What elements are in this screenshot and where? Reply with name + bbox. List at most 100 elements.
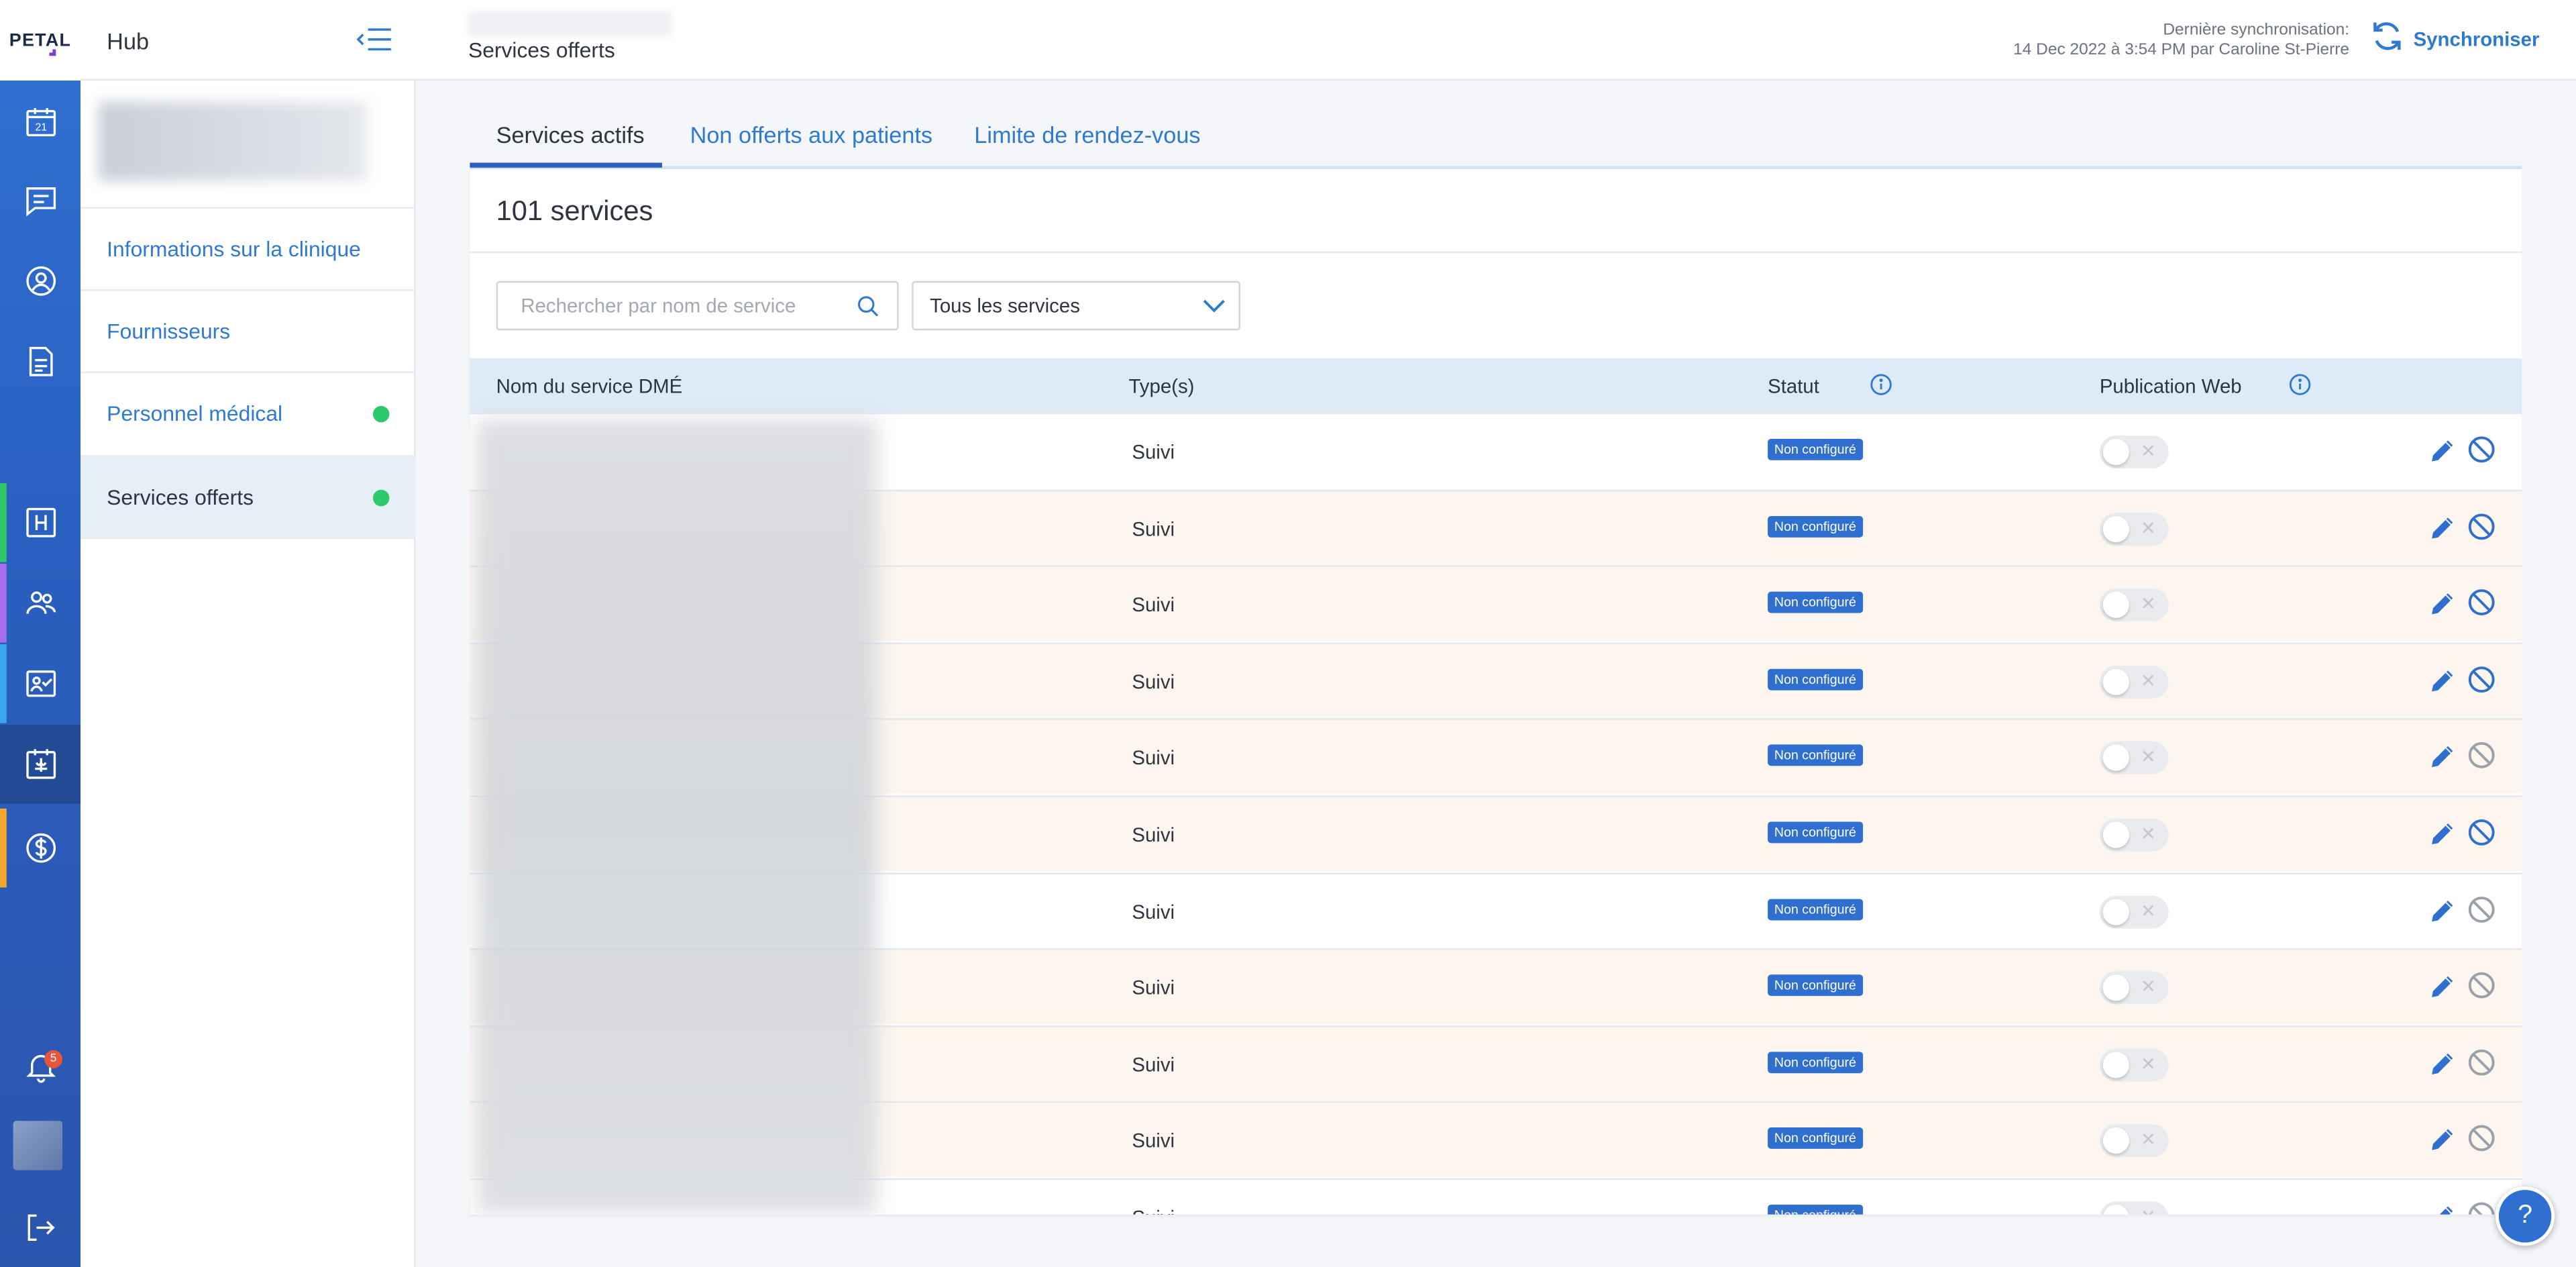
subnav-medical-staff[interactable]: Personnel médical: [80, 371, 416, 453]
rail-billing[interactable]: [0, 809, 80, 888]
checklist-icon: [25, 670, 55, 697]
disable-icon[interactable]: [2466, 893, 2498, 925]
disable-icon[interactable]: [2466, 817, 2498, 848]
petal-logo[interactable]: PETAL: [0, 0, 81, 81]
logo-mark: [49, 49, 56, 56]
disable-icon[interactable]: [2466, 587, 2498, 619]
tab-active-services[interactable]: Services actifs: [496, 121, 645, 148]
status-dot: [372, 489, 390, 507]
subnav-suppliers[interactable]: Fournisseurs: [80, 289, 416, 371]
services-card: 101 services Tous les services Nom du se…: [470, 169, 2522, 1215]
web-publication-toggle[interactable]: ✕: [2099, 895, 2169, 928]
rail-documents[interactable]: [0, 322, 80, 401]
edit-icon[interactable]: [2428, 1048, 2458, 1078]
edit-icon[interactable]: [2428, 589, 2458, 618]
service-tabs: Services actifs Non offerts aux patients…: [470, 102, 2522, 170]
web-publication-toggle[interactable]: ✕: [2099, 1201, 2169, 1215]
service-type: Suivi: [1132, 1207, 1175, 1215]
last-sync-info: Dernière synchronisation: 14 Dec 2022 à …: [1937, 21, 2349, 61]
service-type: Suivi: [1132, 1129, 1175, 1153]
edit-icon[interactable]: [2428, 1201, 2458, 1215]
web-publication-toggle[interactable]: ✕: [2099, 818, 2169, 852]
clinic-logo-redacted: [98, 101, 367, 181]
info-icon[interactable]: [2288, 373, 2311, 396]
disable-icon[interactable]: [2466, 664, 2498, 695]
rail-calendar[interactable]: 21: [0, 82, 80, 161]
status-badge: Non configuré: [1768, 1127, 1863, 1150]
collapse-menu-icon[interactable]: [355, 23, 394, 56]
web-publication-toggle[interactable]: ✕: [2099, 742, 2169, 775]
web-publication-toggle[interactable]: ✕: [2099, 1125, 2169, 1158]
service-filter-select[interactable]: Tous les services: [912, 281, 1240, 331]
team-icon: [25, 591, 55, 614]
sync-icon[interactable]: [2369, 18, 2405, 54]
rail-hospital[interactable]: [0, 483, 80, 562]
top-bar: Hub Services offerts Dernière synchronis…: [80, 0, 2576, 81]
edit-icon[interactable]: [2428, 972, 2458, 1001]
status-badge: Non configuré: [1768, 438, 1863, 460]
toggle-off-icon: ✕: [2141, 825, 2156, 845]
edit-icon[interactable]: [2428, 819, 2458, 848]
rail-notifications[interactable]: [0, 1027, 80, 1107]
tab-appointment-limit[interactable]: Limite de rendez-vous: [974, 121, 1200, 148]
toggle-knob: [2102, 438, 2129, 466]
disable-icon[interactable]: [2466, 1047, 2498, 1078]
web-publication-toggle[interactable]: ✕: [2099, 1048, 2169, 1081]
toggle-off-icon: ✕: [2141, 442, 2156, 462]
edit-icon[interactable]: [2428, 895, 2458, 925]
page-title: Services offerts: [468, 38, 615, 63]
col-types[interactable]: Type(s): [1128, 374, 1194, 397]
col-status[interactable]: Statut: [1768, 374, 1819, 397]
rail-messages[interactable]: [0, 161, 80, 240]
rail-tasks[interactable]: [0, 644, 80, 723]
search-icon[interactable]: [856, 294, 881, 319]
subnav-divider: [80, 537, 416, 540]
subnav-clinic-info[interactable]: Informations sur la clinique: [80, 207, 416, 289]
app-window: PETAL 21 5 Hub Services offerts Dernière…: [0, 0, 2576, 1267]
search-input[interactable]: [498, 283, 826, 329]
disable-icon[interactable]: [2466, 1123, 2498, 1155]
info-icon[interactable]: [1870, 373, 1892, 396]
edit-icon[interactable]: [2428, 665, 2458, 695]
disable-icon[interactable]: [2466, 434, 2498, 466]
service-count: 101 services: [496, 195, 653, 227]
help-button[interactable]: ?: [2496, 1186, 2555, 1246]
col-service-name[interactable]: Nom du service DMÉ: [496, 374, 683, 397]
rail-patients[interactable]: [0, 242, 80, 321]
toggle-off-icon: ✕: [2141, 518, 2156, 539]
rail-logout[interactable]: [0, 1188, 80, 1267]
service-type: Suivi: [1132, 823, 1175, 847]
search-field[interactable]: [496, 281, 899, 331]
disable-icon[interactable]: [2466, 970, 2498, 1001]
rail-clinic[interactable]: [0, 725, 81, 804]
web-publication-toggle[interactable]: ✕: [2099, 589, 2169, 622]
edit-icon[interactable]: [2428, 512, 2458, 542]
sync-button[interactable]: Synchroniser: [2414, 28, 2540, 51]
filter-value: Tous les services: [930, 294, 1080, 317]
dollar-icon: [25, 833, 55, 863]
status-dot: [372, 405, 390, 423]
edit-icon[interactable]: [2428, 1125, 2458, 1154]
web-publication-toggle[interactable]: ✕: [2099, 665, 2169, 699]
toggle-knob: [2102, 745, 2129, 772]
status-badge: Non configuré: [1768, 898, 1863, 920]
web-publication-toggle[interactable]: ✕: [2099, 971, 2169, 1005]
rail-team[interactable]: [0, 564, 80, 643]
web-publication-toggle[interactable]: ✕: [2099, 512, 2169, 546]
toggle-off-icon: ✕: [2141, 1131, 2156, 1152]
disable-icon[interactable]: [2466, 740, 2498, 772]
service-type: Suivi: [1132, 670, 1175, 693]
user-avatar[interactable]: [13, 1121, 63, 1170]
subnav-label: Informations sur la clinique: [107, 236, 361, 262]
disable-icon[interactable]: [2466, 1200, 2498, 1215]
tab-not-offered[interactable]: Non offerts aux patients: [690, 121, 932, 148]
subnav-label: Services offerts: [107, 485, 254, 510]
web-publication-toggle[interactable]: ✕: [2099, 435, 2169, 468]
col-web-publication[interactable]: Publication Web: [2100, 374, 2242, 397]
subnav-services[interactable]: Services offerts: [80, 455, 416, 538]
edit-icon[interactable]: [2428, 436, 2458, 465]
document-icon: [28, 346, 52, 376]
toggle-knob: [2102, 1205, 2129, 1215]
edit-icon[interactable]: [2428, 742, 2458, 771]
disable-icon[interactable]: [2466, 511, 2498, 542]
